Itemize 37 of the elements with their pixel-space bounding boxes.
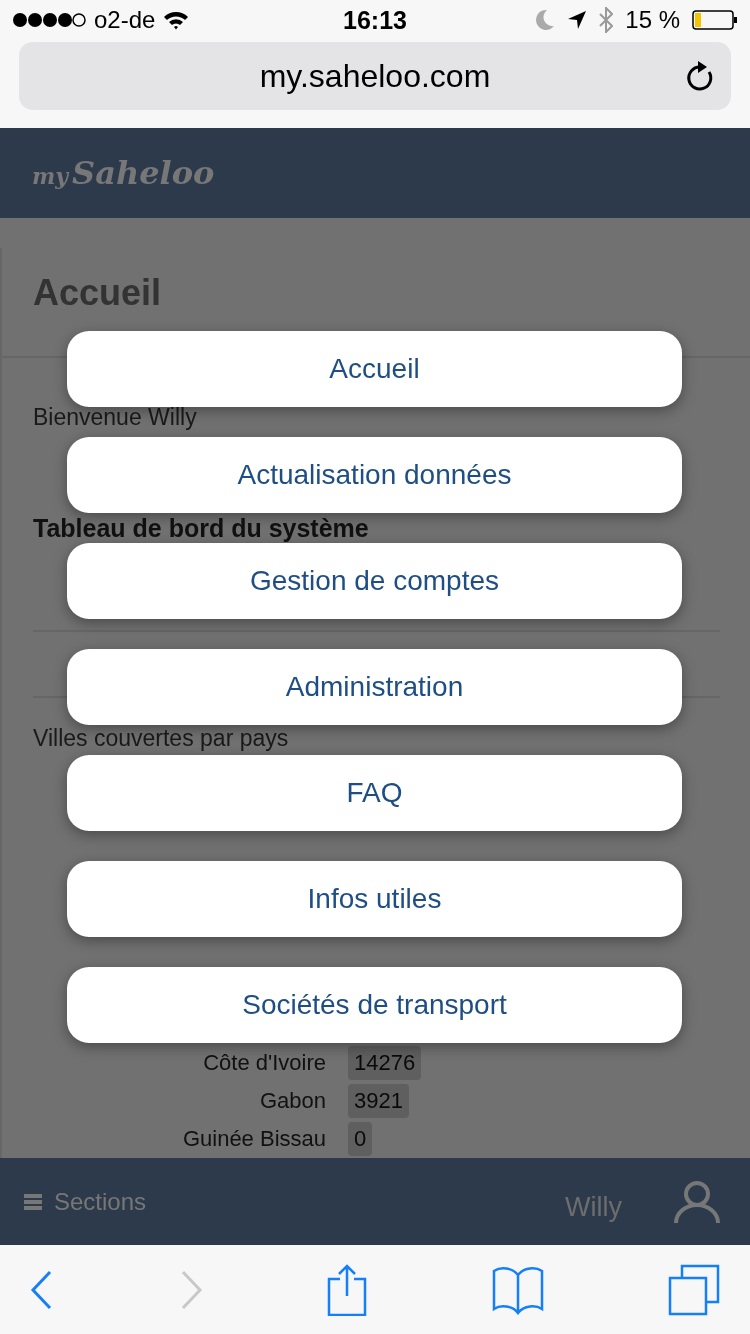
location-arrow-icon [567, 10, 588, 30]
menu-button[interactable]: FAQ [67, 755, 682, 831]
bluetooth-icon [599, 7, 614, 33]
country-label: Côte d'Ivoire [202, 1049, 326, 1076]
section-title: Tableau de bord du système [33, 515, 369, 542]
logo-text: my [32, 163, 69, 189]
battery-percent: 15 % [625, 6, 680, 34]
clock-time: 16:13 [343, 5, 407, 35]
reload-icon[interactable] [685, 60, 715, 92]
address-field[interactable]: my.saheloo.com [19, 42, 731, 110]
country-label: Gabon [258, 1087, 326, 1114]
menu-button[interactable]: Sociétés de transport [67, 967, 682, 1043]
share-icon[interactable] [327, 1263, 367, 1316]
menu-button[interactable]: Accueil [67, 331, 682, 407]
welcome-text: Bienvenue Willy [33, 404, 197, 431]
logo-text: Saheloo [72, 154, 215, 192]
menu-button[interactable]: Actualisation données [67, 437, 682, 513]
chart-bar: 3921 [348, 1083, 409, 1118]
chart-title: Villes couvertes par pays [33, 726, 289, 752]
back-icon[interactable] [30, 1269, 54, 1310]
url-text: my.saheloo.com [259, 57, 491, 95]
user-icon[interactable] [674, 1179, 720, 1224]
tabs-icon[interactable] [668, 1263, 720, 1316]
user-name: Willy [565, 1192, 622, 1223]
battery-icon [692, 10, 738, 30]
wifi-icon [163, 10, 190, 30]
chart-bar: 0 [348, 1121, 373, 1156]
moon-icon [535, 9, 556, 31]
chart-bar: 14276 [348, 1045, 422, 1080]
menu-button[interactable]: Administration [67, 649, 682, 725]
menu-icon[interactable] [24, 1192, 42, 1211]
carrier-name: o2-de [94, 6, 156, 34]
country-label: Guinée Bissau [181, 1125, 326, 1152]
menu-button[interactable]: Gestion de comptes [67, 543, 682, 619]
signal-icon [12, 12, 86, 28]
book-icon[interactable] [491, 1264, 544, 1315]
menu-button[interactable]: Infos utiles [67, 861, 682, 937]
